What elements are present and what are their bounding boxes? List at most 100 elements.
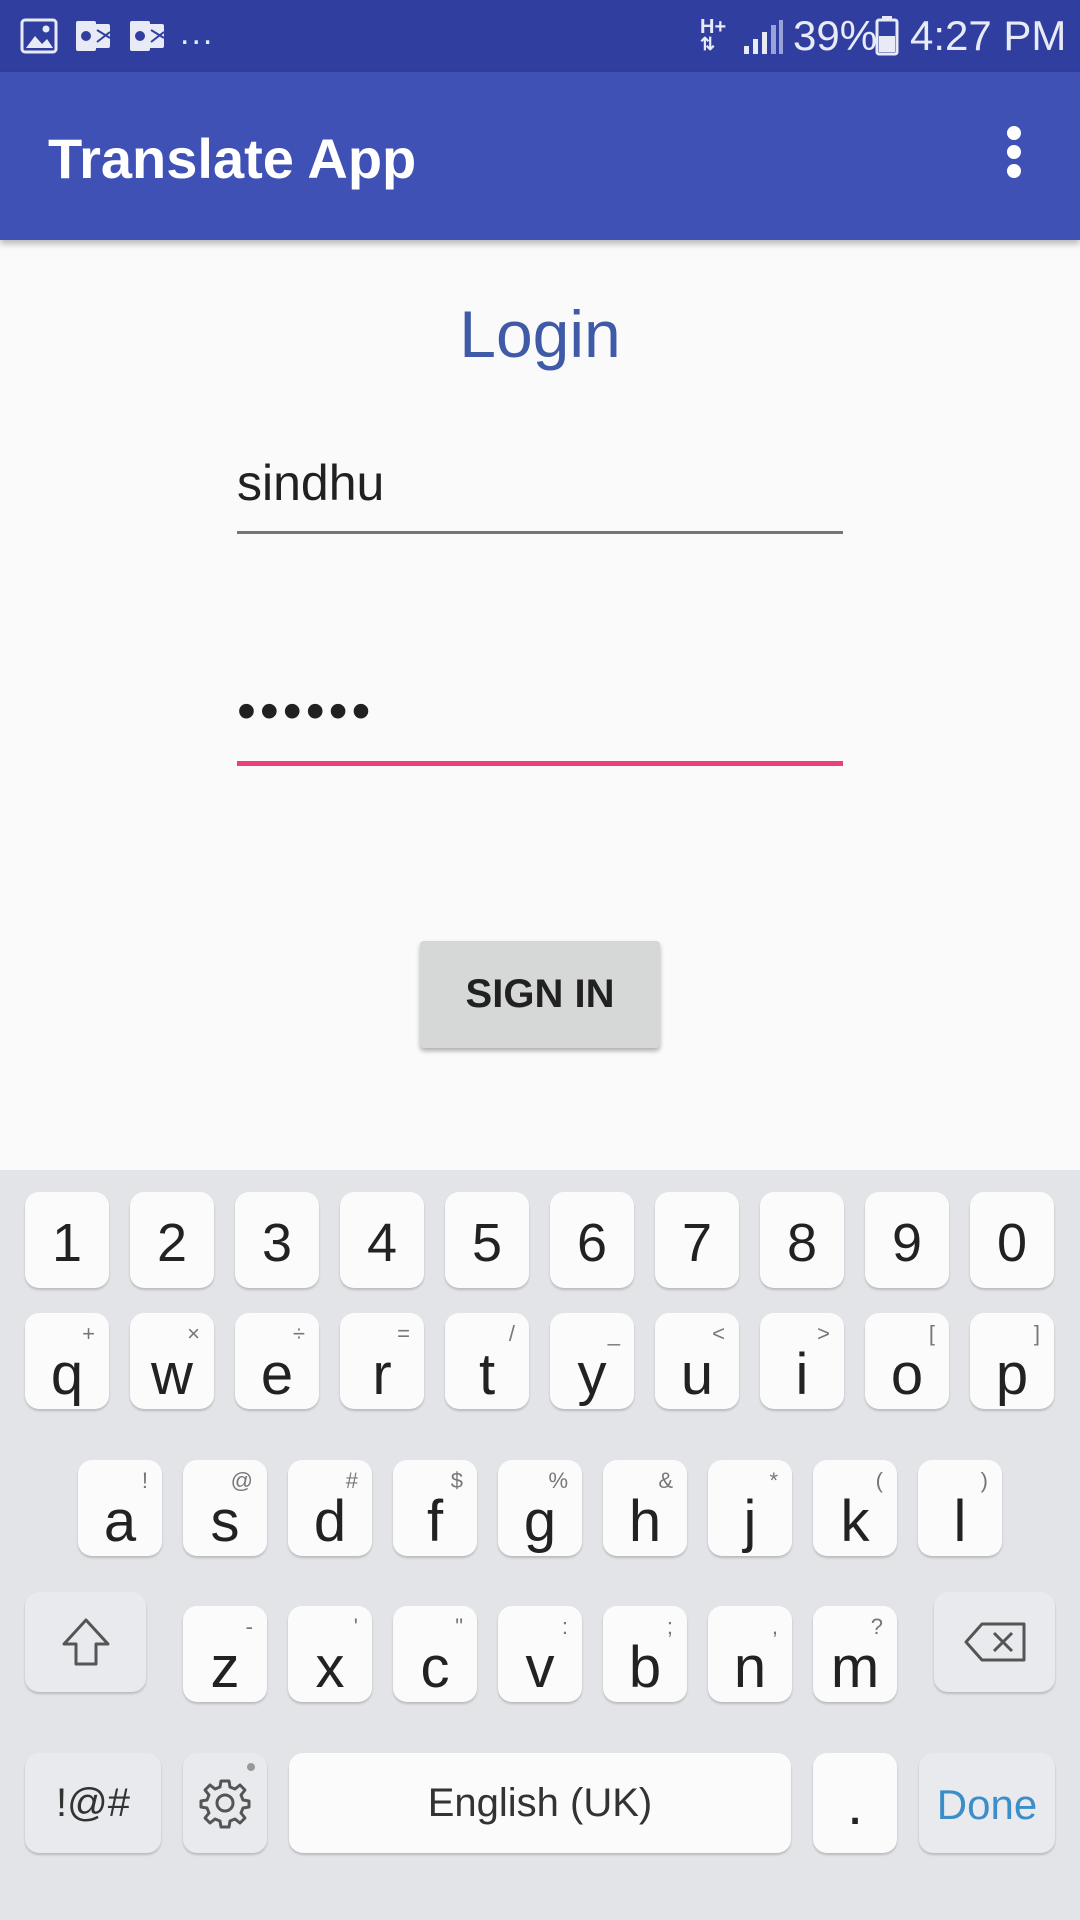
key-4-label: 4: [366, 1213, 398, 1273]
key-o-hint: [: [928, 1321, 935, 1346]
backspace-icon: [934, 1592, 1055, 1692]
key-w-label: w: [151, 1342, 193, 1407]
key-l[interactable]: l): [918, 1460, 1002, 1556]
key-b-label: b: [628, 1635, 662, 1700]
key-p[interactable]: p]: [970, 1313, 1054, 1409]
key-t[interactable]: t /: [445, 1313, 529, 1409]
key-5[interactable]: 5: [445, 1192, 529, 1288]
key-8[interactable]: 8: [760, 1192, 844, 1288]
settings-indicator-dot: [247, 1763, 255, 1771]
key-1[interactable]: 1: [25, 1192, 109, 1288]
key-l-label: l: [953, 1489, 967, 1554]
shift-arrow-icon: [25, 1592, 146, 1692]
key-z-label: z: [210, 1635, 240, 1700]
key-g-hint: %: [548, 1468, 568, 1493]
key-e-label: e: [260, 1342, 294, 1407]
key-9[interactable]: 9: [865, 1192, 949, 1288]
key-7[interactable]: 7: [655, 1192, 739, 1288]
symbols-key[interactable]: !@#: [25, 1753, 161, 1853]
key-q[interactable]: q +: [25, 1313, 109, 1409]
key-w[interactable]: w ×: [130, 1313, 214, 1409]
gallery-notification-icon: [20, 18, 58, 54]
key-j[interactable]: j *: [708, 1460, 792, 1556]
key-h-hint: &: [658, 1468, 673, 1493]
key-z[interactable]: z-: [183, 1606, 267, 1702]
key-t-label: t: [478, 1342, 496, 1407]
key-u[interactable]: u <: [655, 1313, 739, 1409]
key-o[interactable]: o[: [865, 1313, 949, 1409]
key-y[interactable]: y _: [550, 1313, 634, 1409]
key-d-label: d: [313, 1489, 347, 1554]
key-j-label: j: [743, 1489, 757, 1554]
key-6-label: 6: [576, 1213, 608, 1273]
key-z-hint: -: [245, 1614, 253, 1639]
soft-keyboard: 1234567890 q + w × e ÷ r = t / y _ u < i > o[p] a! s @ d # f $…: [0, 1170, 1080, 1920]
key-i-label: i: [795, 1342, 809, 1407]
key-3-label: 3: [261, 1213, 293, 1273]
key-f-label: f: [426, 1489, 444, 1554]
done-key[interactable]: Done: [919, 1753, 1055, 1853]
clock: 4:27 PM: [910, 12, 1067, 59]
key-s-label: s: [210, 1489, 240, 1554]
key-l-hint: ): [980, 1468, 988, 1493]
key-u-label: u: [680, 1342, 714, 1407]
key-e[interactable]: e ÷: [235, 1313, 319, 1409]
key-u-hint: <: [712, 1321, 725, 1346]
key-x-label: x: [315, 1635, 345, 1700]
key-j-hint: *: [769, 1468, 778, 1493]
key-y-label: y: [577, 1342, 607, 1407]
key-r[interactable]: r =: [340, 1313, 424, 1409]
key-m-hint: ?: [870, 1614, 883, 1639]
key-0-label: 0: [996, 1213, 1028, 1273]
space-key[interactable]: English (UK): [289, 1753, 791, 1853]
key-m[interactable]: m?: [813, 1606, 897, 1702]
key-v[interactable]: v:: [498, 1606, 582, 1702]
key-f-hint: $: [450, 1468, 463, 1493]
key-3[interactable]: 3: [235, 1192, 319, 1288]
status-bar: ... H+ ⇅ 39% 4:27 PM: [0, 0, 1080, 72]
key-7-label: 7: [681, 1213, 713, 1273]
period-key[interactable]: .: [813, 1753, 897, 1853]
key-t-hint: /: [508, 1321, 515, 1346]
outlook-notification-icon: [76, 21, 111, 51]
shift-key[interactable]: [25, 1592, 146, 1692]
done-key-label: Done: [936, 1781, 1038, 1828]
key-4[interactable]: 4: [340, 1192, 424, 1288]
key-k[interactable]: k(: [813, 1460, 897, 1556]
login-heading: Login: [459, 297, 621, 371]
key-m-label: m: [830, 1635, 880, 1700]
key-2-label: 2: [156, 1213, 188, 1273]
key-s[interactable]: s @: [183, 1460, 267, 1556]
key-n-label: n: [733, 1635, 767, 1700]
battery-icon: [875, 16, 899, 56]
key-n-hint: ,: [771, 1614, 778, 1639]
overflow-menu-icon[interactable]: [996, 122, 1032, 182]
key-2[interactable]: 2: [130, 1192, 214, 1288]
key-x-hint: ': [353, 1614, 358, 1639]
key-f[interactable]: f $: [393, 1460, 477, 1556]
username-field[interactable]: sindhu: [237, 454, 843, 534]
username-value: sindhu: [237, 455, 385, 511]
key-c[interactable]: c ": [393, 1606, 477, 1702]
password-field[interactable]: ••••••: [237, 681, 843, 766]
keyboard-settings-key[interactable]: [183, 1753, 267, 1853]
backspace-key[interactable]: [934, 1592, 1055, 1692]
sign-in-button[interactable]: SIGN IN: [420, 941, 660, 1048]
key-d[interactable]: d #: [288, 1460, 372, 1556]
key-0[interactable]: 0: [970, 1192, 1054, 1288]
password-value: ••••••: [237, 681, 375, 741]
key-g[interactable]: g%: [498, 1460, 582, 1556]
key-x[interactable]: x ': [288, 1606, 372, 1702]
key-n[interactable]: n,: [708, 1606, 792, 1702]
key-v-hint: :: [561, 1614, 568, 1639]
key-6[interactable]: 6: [550, 1192, 634, 1288]
key-a[interactable]: a!: [78, 1460, 162, 1556]
key-b[interactable]: b;: [603, 1606, 687, 1702]
key-q-hint: +: [82, 1321, 95, 1346]
key-h[interactable]: h &: [603, 1460, 687, 1556]
key-i[interactable]: i >: [760, 1313, 844, 1409]
key-c-label: c: [420, 1635, 450, 1700]
key-a-label: a: [103, 1489, 137, 1554]
key-b-hint: ;: [666, 1614, 673, 1639]
outlook-notification-icon: [130, 21, 165, 51]
